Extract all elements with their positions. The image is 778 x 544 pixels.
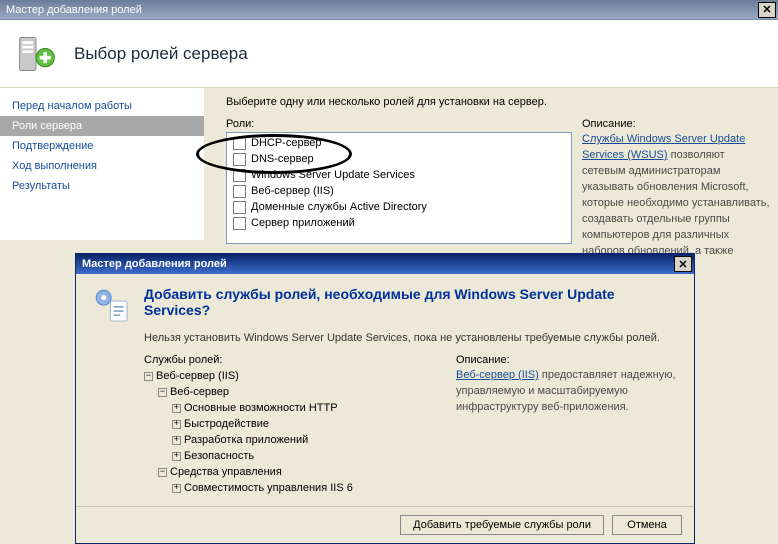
tree-node[interactable]: +Совместимость управления IIS 6 bbox=[172, 480, 440, 496]
nav-results[interactable]: Результаты bbox=[0, 176, 204, 196]
add-required-button[interactable]: Добавить требуемые службы роли bbox=[400, 515, 604, 535]
tree-label: Быстродействие bbox=[184, 418, 269, 430]
role-row[interactable]: Веб-сервер (IIS) bbox=[227, 183, 571, 199]
role-row[interactable]: Windows Server Update Services bbox=[227, 167, 571, 183]
cancel-button[interactable]: Отмена bbox=[612, 515, 682, 535]
role-label: DHCP-сервер bbox=[251, 137, 322, 149]
dialog-titlebar: Мастер добавления ролей ✕ bbox=[76, 254, 694, 274]
expand-icon[interactable]: + bbox=[172, 420, 181, 429]
instruction-text: Выберите одну или несколько ролей для ус… bbox=[226, 96, 770, 108]
checkbox-icon[interactable] bbox=[233, 137, 246, 150]
close-icon[interactable]: ✕ bbox=[758, 2, 776, 18]
nav-confirmation[interactable]: Подтверждение bbox=[0, 136, 204, 156]
role-row[interactable]: DNS-сервер bbox=[227, 151, 571, 167]
window-title: Мастер добавления ролей bbox=[6, 4, 758, 16]
checkbox-icon[interactable] bbox=[233, 169, 246, 182]
description-body: позволяют сетевым администраторам указыв… bbox=[582, 149, 770, 257]
header-band: Выбор ролей сервера bbox=[0, 20, 778, 88]
dialog-desc-text: Веб-сервер (IIS) предоставляет надежную,… bbox=[456, 368, 678, 416]
add-services-dialog: Мастер добавления ролей ✕ Добавить служб… bbox=[75, 253, 695, 544]
tree-node[interactable]: −Средства управления bbox=[158, 464, 440, 480]
tree-label: Разработка приложений bbox=[184, 434, 308, 446]
role-row[interactable]: Доменные службы Active Directory bbox=[227, 199, 571, 215]
main-panel: Выберите одну или несколько ролей для ус… bbox=[204, 88, 778, 240]
role-label: Веб-сервер (IIS) bbox=[251, 185, 334, 197]
services-tree: Службы ролей: −Веб-сервер (IIS) −Веб-сер… bbox=[144, 354, 440, 496]
nav-progress[interactable]: Ход выполнения bbox=[0, 156, 204, 176]
roles-listbox[interactable]: DHCP-сервер DNS-сервер Windows Server Up… bbox=[226, 132, 572, 244]
main-titlebar: Мастер добавления ролей ✕ bbox=[0, 0, 778, 20]
dialog-desc-label: Описание: bbox=[456, 354, 678, 366]
dialog-subtext: Нельзя установить Windows Server Update … bbox=[144, 332, 678, 344]
tree-node[interactable]: +Быстродействие bbox=[172, 416, 440, 432]
dialog-heading: Добавить службы ролей, необходимые для W… bbox=[144, 286, 678, 318]
gear-document-icon bbox=[92, 286, 132, 326]
tree-node[interactable]: −Веб-сервер bbox=[158, 384, 440, 400]
tree-label: Безопасность bbox=[184, 450, 254, 462]
page-title: Выбор ролей сервера bbox=[74, 44, 248, 64]
collapse-icon[interactable]: − bbox=[144, 372, 153, 381]
role-label: Сервер приложений bbox=[251, 217, 355, 229]
role-label: Доменные службы Active Directory bbox=[251, 201, 427, 213]
tree-node[interactable]: +Основные возможности HTTP bbox=[172, 400, 440, 416]
dialog-desc-link[interactable]: Веб-сервер (IIS) bbox=[456, 369, 539, 381]
server-wizard-icon bbox=[14, 32, 58, 76]
tree-node[interactable]: +Безопасность bbox=[172, 448, 440, 464]
collapse-icon[interactable]: − bbox=[158, 468, 167, 477]
nav-before-begin[interactable]: Перед началом работы bbox=[0, 96, 204, 116]
tree-label: Средства управления bbox=[170, 466, 282, 478]
collapse-icon[interactable]: − bbox=[158, 388, 167, 397]
checkbox-icon[interactable] bbox=[233, 217, 246, 230]
checkbox-icon[interactable] bbox=[233, 153, 246, 166]
nav-server-roles[interactable]: Роли сервера bbox=[0, 116, 204, 136]
tree-label: Основные возможности HTTP bbox=[184, 402, 338, 414]
role-row[interactable]: Сервер приложений bbox=[227, 215, 571, 231]
dialog-footer: Добавить требуемые службы роли Отмена bbox=[76, 506, 694, 543]
dialog-title: Мастер добавления ролей bbox=[82, 258, 674, 270]
tree-node[interactable]: −Веб-сервер (IIS) bbox=[144, 368, 440, 384]
role-row[interactable]: DHCP-сервер bbox=[227, 135, 571, 151]
role-label: DNS-сервер bbox=[251, 153, 314, 165]
expand-icon[interactable]: + bbox=[172, 452, 181, 461]
role-label: Windows Server Update Services bbox=[251, 169, 415, 181]
expand-icon[interactable]: + bbox=[172, 404, 181, 413]
description-label: Описание: bbox=[582, 118, 770, 130]
tree-label: Совместимость управления IIS 6 bbox=[184, 482, 353, 494]
roles-label: Роли: bbox=[226, 118, 572, 130]
expand-icon[interactable]: + bbox=[172, 484, 181, 493]
description-text: Службы Windows Server Update Services (W… bbox=[582, 132, 770, 260]
wizard-nav: Перед началом работы Роли сервера Подтве… bbox=[0, 88, 204, 240]
expand-icon[interactable]: + bbox=[172, 436, 181, 445]
close-icon[interactable]: ✕ bbox=[674, 256, 692, 272]
tree-node[interactable]: +Разработка приложений bbox=[172, 432, 440, 448]
services-label: Службы ролей: bbox=[144, 354, 440, 366]
tree-label: Веб-сервер bbox=[170, 386, 229, 398]
checkbox-icon[interactable] bbox=[233, 185, 246, 198]
tree-label: Веб-сервер (IIS) bbox=[156, 370, 239, 382]
checkbox-icon[interactable] bbox=[233, 201, 246, 214]
